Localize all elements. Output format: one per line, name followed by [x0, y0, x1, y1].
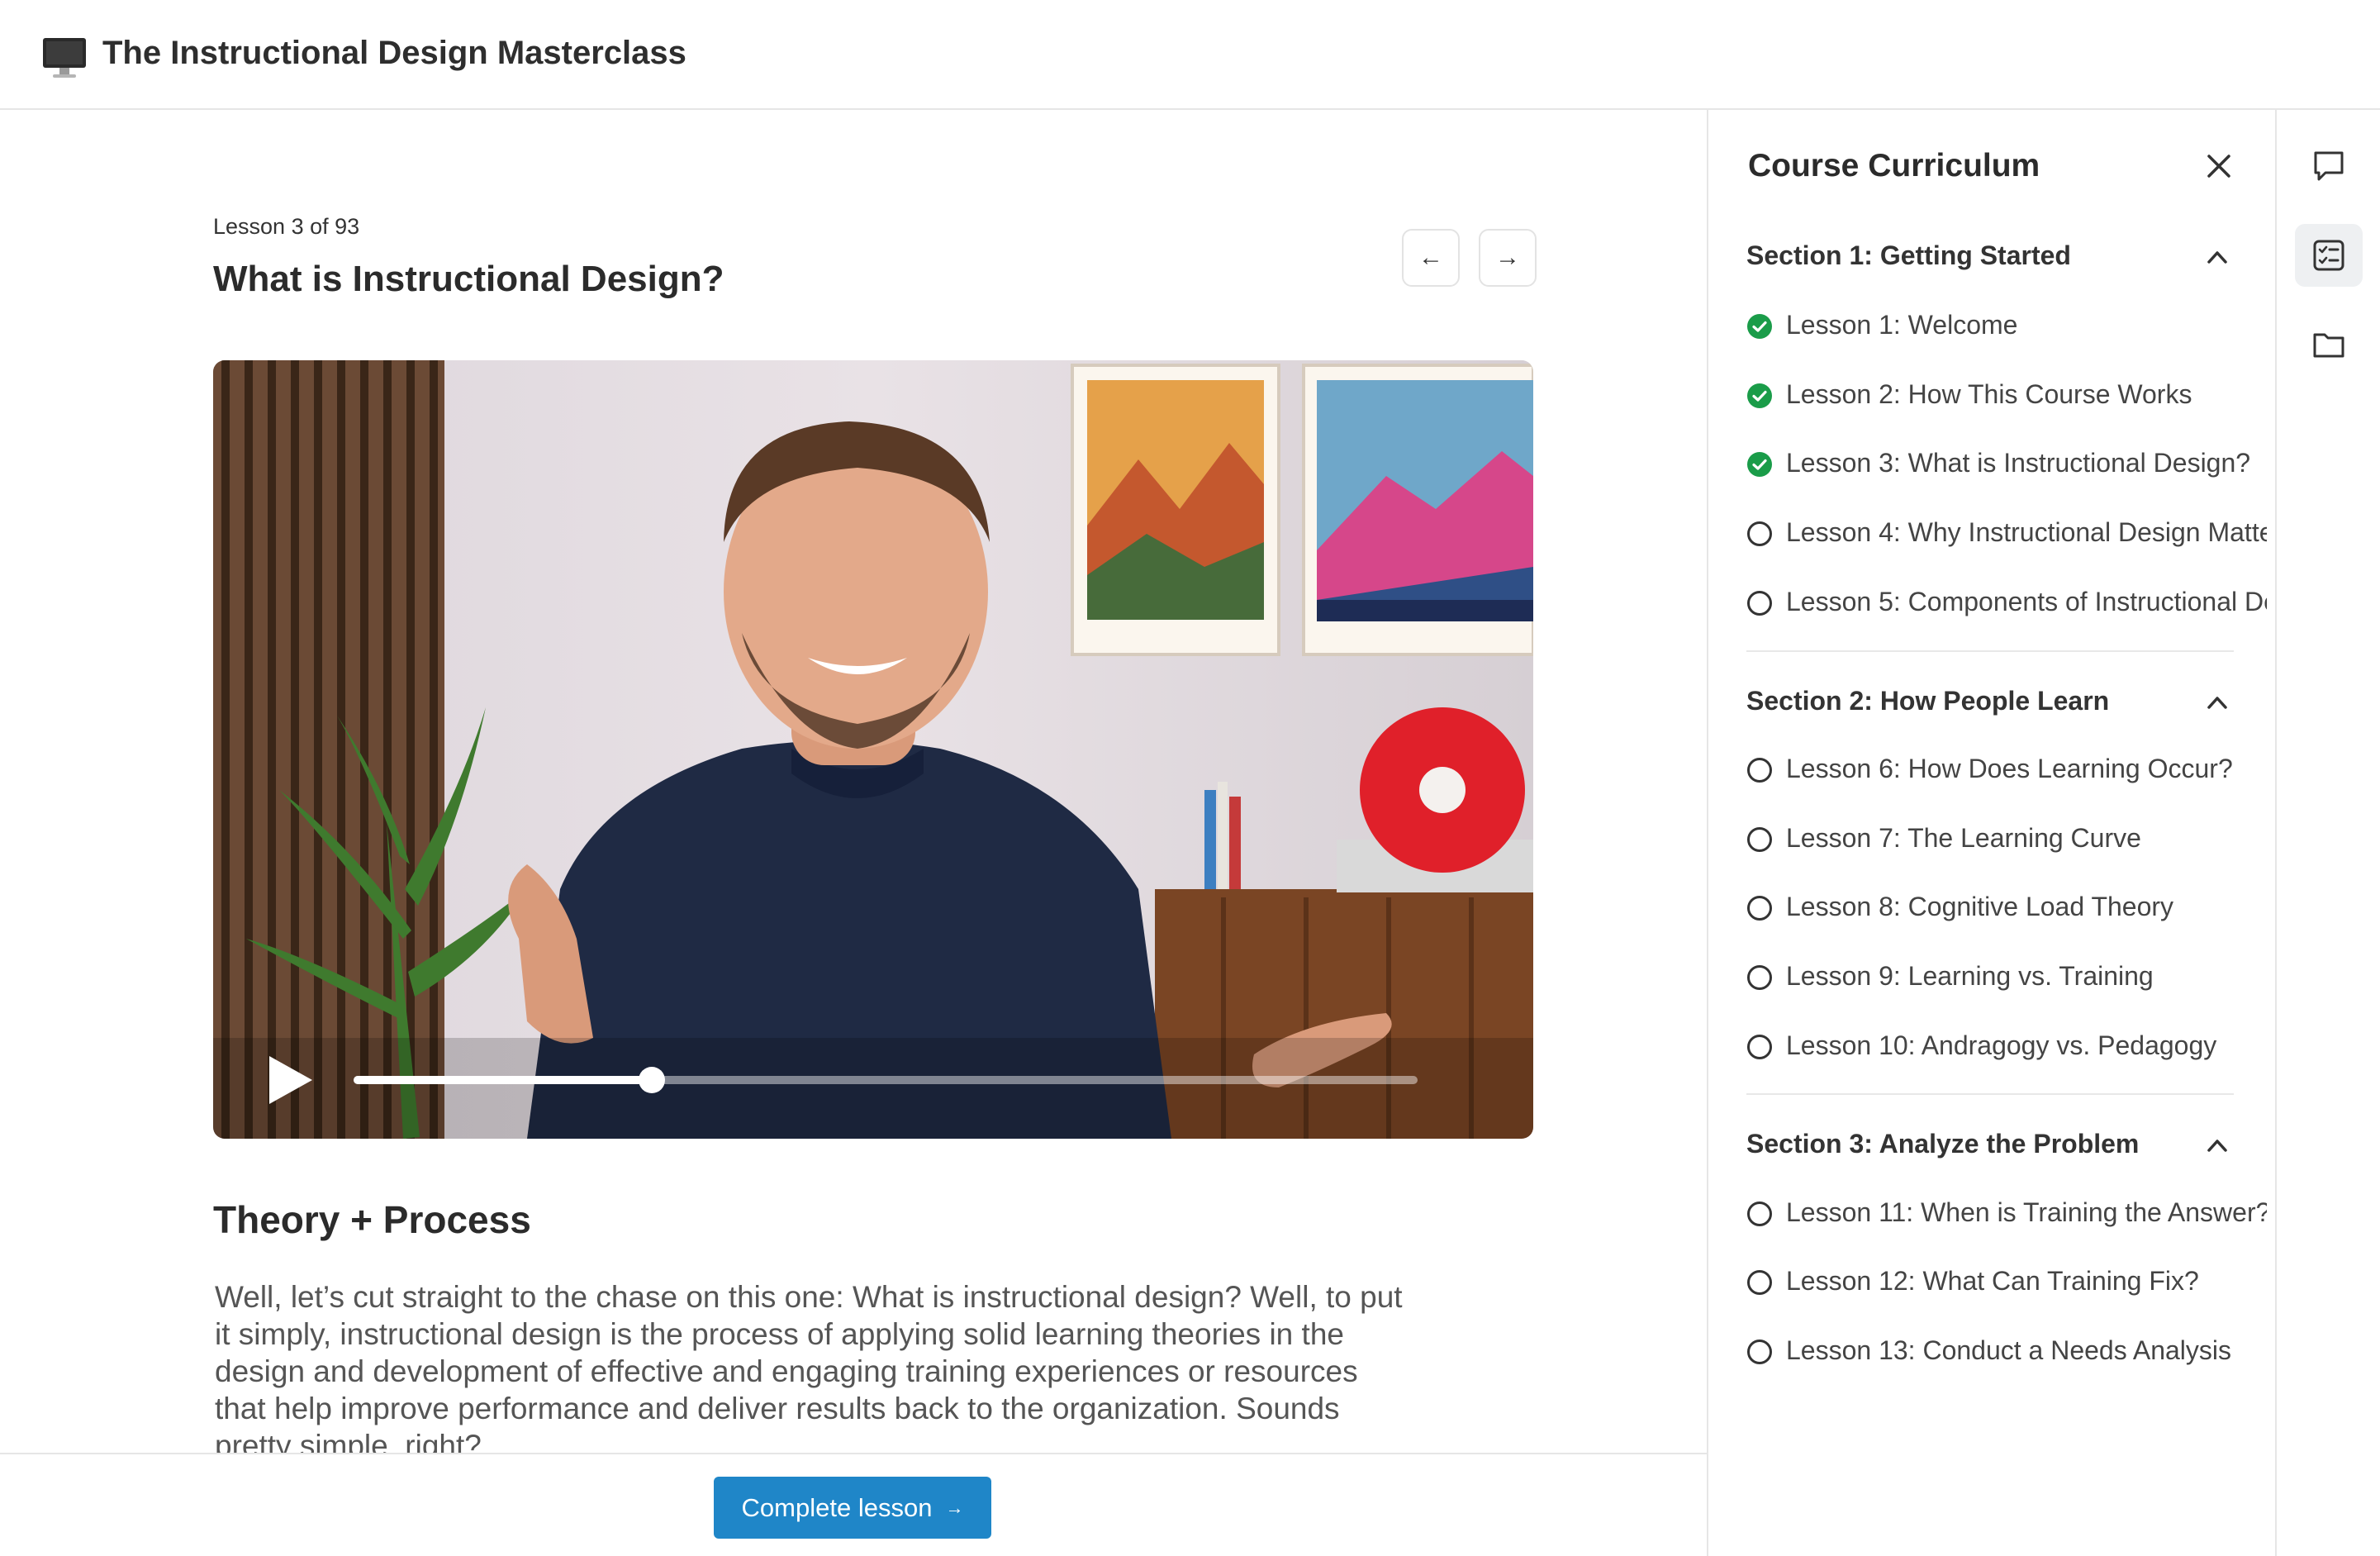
lesson-title: What is Instructional Design?: [213, 259, 724, 299]
content-body: Well, let’s cut straight to the chase on…: [215, 1280, 1403, 1463]
lesson-item-label: Lesson 9: Learning vs. Training: [1786, 961, 2154, 991]
curriculum-button[interactable]: [2295, 224, 2363, 287]
content-heading: Theory + Process: [213, 1198, 531, 1241]
lesson-item-label: Lesson 4: Why Instructional Design Matte…: [1786, 517, 2267, 547]
right-tool-rail: [2275, 110, 2380, 1556]
empty-circle-icon: [1747, 591, 1772, 616]
lesson-item[interactable]: Lesson 6: How Does Learning Occur?: [1746, 752, 2267, 788]
empty-circle-icon: [1747, 896, 1772, 921]
lesson-item[interactable]: Lesson 12: What Can Training Fix?: [1746, 1264, 2267, 1301]
lesson-item[interactable]: Lesson 2: How This Course Works: [1746, 378, 2267, 414]
video-progress-fill: [354, 1076, 652, 1084]
next-lesson-button[interactable]: →: [1479, 229, 1537, 287]
lesson-item[interactable]: Lesson 11: When is Training the Answer?: [1746, 1196, 2267, 1232]
empty-circle-icon: [1747, 521, 1772, 546]
lesson-item[interactable]: Lesson 5: Components of Instructional De…: [1746, 585, 2267, 621]
check-circle-icon: [1747, 383, 1772, 408]
chevron-up-icon[interactable]: [2202, 688, 2232, 717]
lesson-item-label: Lesson 1: Welcome: [1786, 310, 2018, 340]
lesson-item-label: Lesson 12: What Can Training Fix?: [1786, 1266, 2199, 1296]
lesson-item[interactable]: Lesson 1: Welcome: [1746, 308, 2267, 345]
complete-lesson-button[interactable]: Complete lesson →: [714, 1477, 991, 1539]
chevron-up-icon[interactable]: [2202, 242, 2232, 272]
lesson-item-label: Lesson 6: How Does Learning Occur?: [1786, 754, 2233, 783]
section-divider: [1746, 650, 2234, 652]
play-icon[interactable]: [266, 1053, 316, 1107]
course-curriculum-panel: Course Curriculum Section 1: Getting Sta…: [1707, 110, 2275, 1556]
chevron-up-icon[interactable]: [2202, 1130, 2232, 1160]
video-frame: [213, 360, 1533, 1139]
empty-circle-icon: [1747, 827, 1772, 852]
close-icon[interactable]: [2204, 151, 2234, 181]
lesson-item[interactable]: Lesson 8: Cognitive Load Theory: [1746, 890, 2267, 926]
video-player[interactable]: [213, 360, 1533, 1139]
comments-button[interactable]: [2295, 135, 2363, 197]
lesson-item-label: Lesson 5: Components of Instructional De…: [1786, 587, 2267, 616]
curriculum-title: Course Curriculum: [1748, 148, 2040, 183]
app-title: The Instructional Design Masterclass: [102, 35, 686, 71]
lesson-footer: Complete lesson →: [0, 1453, 1707, 1556]
resources-button[interactable]: [2295, 313, 2363, 376]
app-header: The Instructional Design Masterclass: [0, 0, 2380, 110]
section-divider: [1746, 1093, 2234, 1095]
section-header[interactable]: Section 1: Getting Started: [1746, 240, 2071, 271]
complete-lesson-label: Complete lesson: [741, 1492, 933, 1522]
lesson-item[interactable]: Lesson 7: The Learning Curve: [1746, 821, 2267, 858]
checklist-icon: [2313, 240, 2344, 271]
empty-circle-icon: [1747, 1339, 1772, 1364]
lesson-item-label: Lesson 10: Andragogy vs. Pedagogy: [1786, 1030, 2217, 1060]
empty-circle-icon: [1747, 1201, 1772, 1226]
lesson-item[interactable]: Lesson 4: Why Instructional Design Matte…: [1746, 516, 2267, 552]
lesson-item-label: Lesson 8: Cognitive Load Theory: [1786, 892, 2174, 921]
lesson-item-label: Lesson 2: How This Course Works: [1786, 379, 2192, 409]
folder-icon: [2313, 333, 2344, 358]
lesson-main: Lesson 3 of 93 What is Instructional Des…: [0, 110, 1707, 1556]
lesson-item[interactable]: Lesson 10: Andragogy vs. Pedagogy: [1746, 1029, 2267, 1065]
section-header[interactable]: Section 2: How People Learn: [1746, 686, 2109, 716]
check-circle-icon: [1747, 452, 1772, 477]
lesson-item-label: Lesson 13: Conduct a Needs Analysis: [1786, 1335, 2231, 1365]
arrow-right-icon: →: [1495, 244, 1520, 271]
lesson-item-label: Lesson 3: What is Instructional Design?: [1786, 448, 2251, 478]
empty-circle-icon: [1747, 1270, 1772, 1295]
check-circle-icon: [1747, 314, 1772, 339]
lesson-item[interactable]: Lesson 3: What is Instructional Design?: [1746, 446, 2267, 483]
arrow-right-icon: →: [945, 1497, 964, 1518]
section-header[interactable]: Section 3: Analyze the Problem: [1746, 1129, 2139, 1159]
lesson-item[interactable]: Lesson 13: Conduct a Needs Analysis: [1746, 1334, 2267, 1370]
empty-circle-icon: [1747, 1035, 1772, 1059]
video-progress-handle[interactable]: [638, 1067, 665, 1093]
arrow-left-icon: ←: [1418, 244, 1443, 271]
previous-lesson-button[interactable]: ←: [1402, 229, 1460, 287]
lesson-counter: Lesson 3 of 93: [213, 214, 360, 239]
lesson-item-label: Lesson 11: When is Training the Answer?: [1786, 1197, 2267, 1227]
empty-circle-icon: [1747, 758, 1772, 783]
empty-circle-icon: [1747, 965, 1772, 990]
lesson-item[interactable]: Lesson 9: Learning vs. Training: [1746, 959, 2267, 996]
video-progress-bar[interactable]: [354, 1067, 1418, 1093]
lesson-item-label: Lesson 7: The Learning Curve: [1786, 823, 2141, 853]
monitor-logo-icon: [43, 38, 86, 78]
comment-icon: [2314, 151, 2344, 181]
